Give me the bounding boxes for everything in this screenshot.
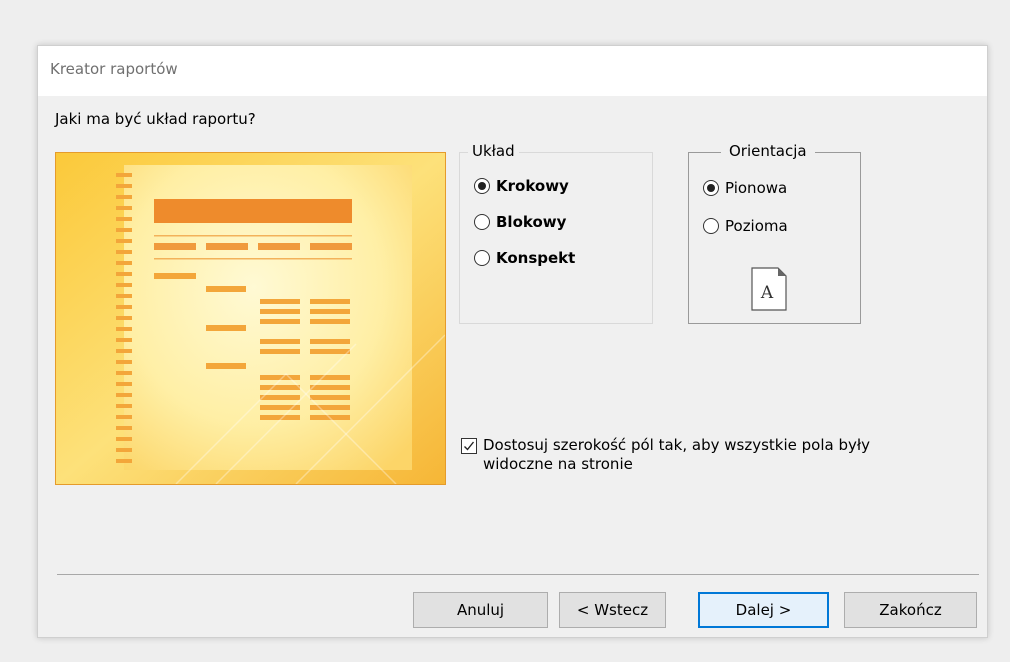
radio-krokowy[interactable]: Krokowy (474, 177, 569, 195)
finish-button[interactable]: Zakończ (844, 592, 977, 628)
portrait-page-icon: A (751, 267, 787, 311)
radio-pozioma-label: Pozioma (725, 217, 788, 235)
next-button[interactable]: Dalej > (698, 592, 829, 628)
radio-konspekt-label: Konspekt (496, 249, 576, 267)
radio-konspekt[interactable]: Konspekt (474, 249, 575, 267)
radio-pionowa-label: Pionowa (725, 179, 788, 197)
orientation-group-legend: Orientacja (721, 142, 815, 160)
radio-pionowa-indicator[interactable] (703, 180, 719, 196)
page-icon-letter: A (760, 283, 774, 303)
report-layout-preview-icon (56, 153, 445, 484)
radio-blokowy[interactable]: Blokowy (474, 213, 566, 231)
radio-pozioma[interactable]: Pozioma (703, 217, 788, 235)
footer-divider (57, 574, 979, 575)
fit-fields-checkbox[interactable]: Dostosuj szerokość pól tak, aby wszystki… (461, 436, 943, 474)
layout-group-legend: Układ (468, 142, 519, 160)
radio-krokowy-indicator[interactable] (474, 178, 490, 194)
report-wizard-dialog: Kreator raportów Jaki ma być układ rapor… (37, 45, 988, 638)
radio-krokowy-label: Krokowy (496, 177, 569, 195)
radio-pionowa[interactable]: Pionowa (703, 179, 787, 197)
layout-group: Układ Krokowy Blokowy Konspekt (459, 142, 653, 324)
window-title: Kreator raportów (50, 60, 178, 78)
radio-konspekt-indicator[interactable] (474, 250, 490, 266)
wizard-question: Jaki ma być układ raportu? (55, 110, 256, 128)
radio-pozioma-indicator[interactable] (703, 218, 719, 234)
title-bar: Kreator raportów (38, 46, 987, 96)
cancel-button[interactable]: Anuluj (413, 592, 548, 628)
radio-blokowy-label: Blokowy (496, 213, 567, 231)
orientation-group: Orientacja Pionowa Pozioma A (688, 142, 861, 324)
fit-fields-checkbox-box[interactable] (461, 438, 477, 454)
fit-fields-label: Dostosuj szerokość pól tak, aby wszystki… (483, 436, 870, 473)
back-button[interactable]: < Wstecz (559, 592, 666, 628)
checkmark-icon (464, 441, 475, 451)
layout-preview (55, 152, 446, 485)
radio-blokowy-indicator[interactable] (474, 214, 490, 230)
